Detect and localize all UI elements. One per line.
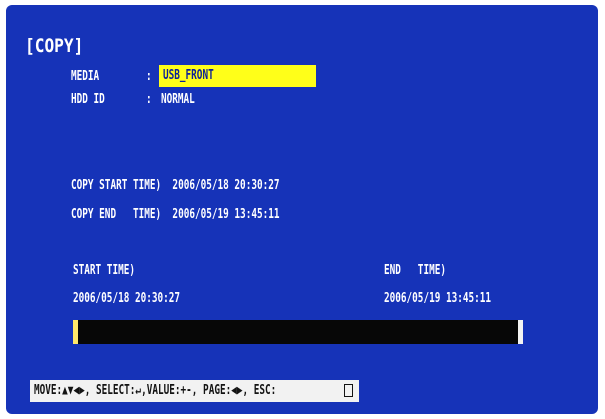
start-time-label: START TIME): [73, 263, 135, 278]
copy-start-time: COPY START TIME) 2006/05/18 20:30:27: [71, 178, 280, 193]
hdd-id-value[interactable]: NORMAL: [161, 92, 195, 108]
start-time-value: 2006/05/18 20:30:27: [73, 291, 181, 306]
start-marker[interactable]: [73, 320, 78, 344]
end-time-label: END TIME): [384, 263, 446, 278]
hdd-id-colon: :: [146, 92, 152, 107]
help-text: MOVE:▲▼◀▶, SELECT:↵,VALUE:+-, PAGE:◀▶, E…: [34, 383, 277, 398]
end-marker[interactable]: [518, 320, 523, 344]
media-value: USB_FRONT: [163, 68, 214, 83]
media-select[interactable]: USB_FRONT: [159, 65, 316, 87]
copy-end-time: COPY END TIME) 2006/05/19 13:45:11: [71, 207, 280, 222]
end-time-value: 2006/05/19 13:45:11: [384, 291, 492, 306]
copy-range-bar[interactable]: [73, 320, 523, 344]
help-bar: MOVE:▲▼◀▶, SELECT:↵,VALUE:+-, PAGE:◀▶, E…: [30, 380, 359, 402]
copy-screen: [COPY] MEDIA : USB_FRONT HDD ID : NORMAL…: [6, 5, 598, 414]
esc-key-icon: [344, 384, 353, 397]
media-colon: :: [146, 69, 152, 84]
hdd-id-label: HDD ID: [71, 92, 105, 107]
media-label: MEDIA: [71, 69, 100, 84]
page-title: [COPY]: [25, 35, 84, 57]
